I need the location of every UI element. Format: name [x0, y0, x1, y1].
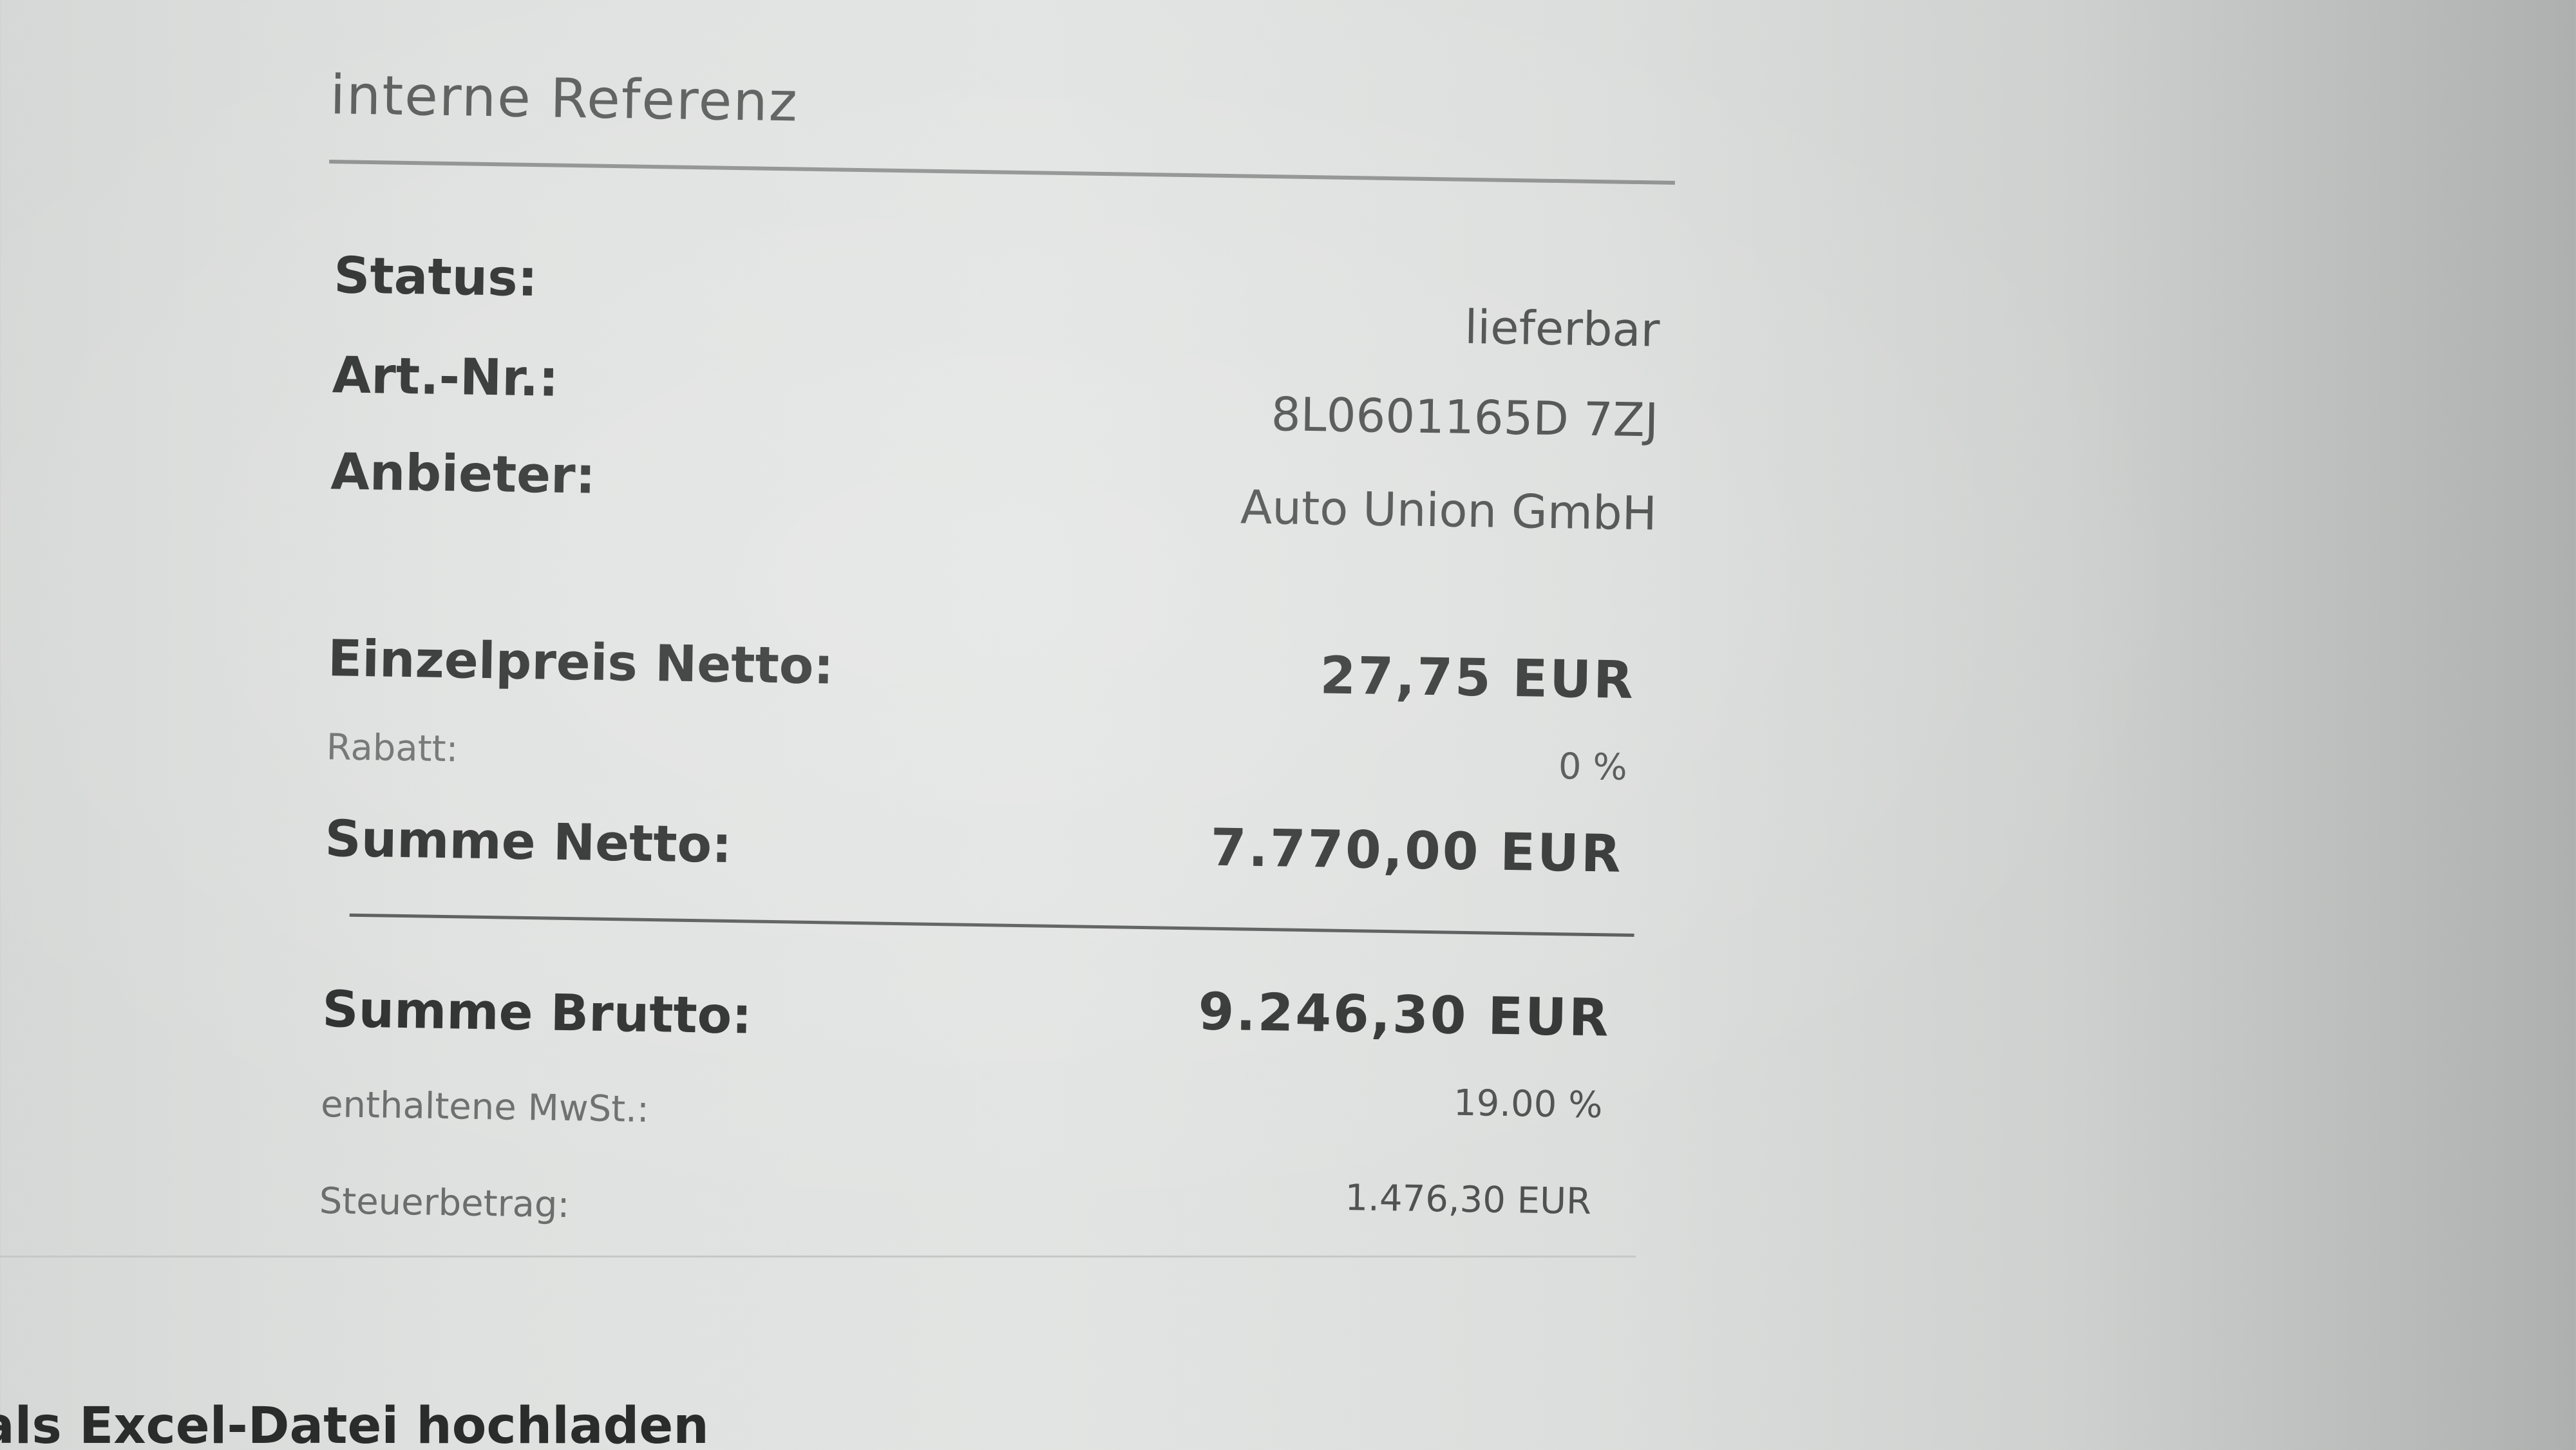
vat-label: enthaltene MwSt.: [320, 1084, 650, 1131]
unit-net-price-value: 27,75 EUR [1319, 645, 1636, 711]
internal-reference-input[interactable]: interne Referenz [329, 50, 1677, 185]
internal-reference-placeholder: interne Referenz [329, 63, 799, 134]
section-divider [0, 1256, 1636, 1257]
supplier-row: Anbieter: Auto Union GmbH [330, 443, 1658, 540]
status-value: lieferbar [1464, 299, 1660, 357]
article-number-value: 8L0601165D 7ZJ [1271, 387, 1659, 447]
sum-gross-label: Summe Brutto: [321, 981, 753, 1046]
totals-divider [349, 913, 1634, 937]
sum-net-label: Summe Netto: [324, 810, 733, 875]
order-summary-panel: interne Referenz Status: lieferbar Art.-… [0, 0, 2576, 1450]
tax-amount-value: 1.476,30 EUR [1345, 1177, 1592, 1223]
excel-upload-link[interactable]: als Excel-Datei hochladen [0, 1397, 709, 1450]
sum-net-row: Summe Netto: 7.770,00 EUR [325, 804, 1652, 895]
supplier-value: Auto Union GmbH [1240, 480, 1658, 541]
sum-gross-row: Summe Brutto: 9.246,30 EUR [322, 971, 1649, 1062]
vat-value: 19.00 % [1453, 1082, 1603, 1127]
article-number-row: Art.-Nr.: 8L0601165D 7ZJ [332, 346, 1659, 447]
unit-net-price-row: Einzelpreis Netto: 27,75 EUR [327, 623, 1654, 715]
discount-label: Rabatt: [326, 726, 459, 771]
status-row: Status: lieferbar [333, 247, 1660, 357]
discount-value: 0 % [1558, 746, 1628, 789]
discount-row: Rabatt: 0 % [326, 726, 1653, 798]
unit-net-price-label: Einzelpreis Netto: [327, 630, 835, 696]
vat-row: enthaltene MwSt.: 19.00 % [321, 1077, 1648, 1149]
tax-amount-row: Steuerbetrag: 1.476,30 EUR [319, 1174, 1646, 1246]
sum-gross-value: 9.246,30 EUR [1197, 981, 1611, 1048]
status-label: Status: [333, 247, 538, 308]
supplier-label: Anbieter: [330, 443, 596, 505]
sum-net-value: 7.770,00 EUR [1209, 817, 1624, 884]
tax-amount-label: Steuerbetrag: [319, 1180, 570, 1227]
article-number-label: Art.-Nr.: [332, 346, 560, 408]
